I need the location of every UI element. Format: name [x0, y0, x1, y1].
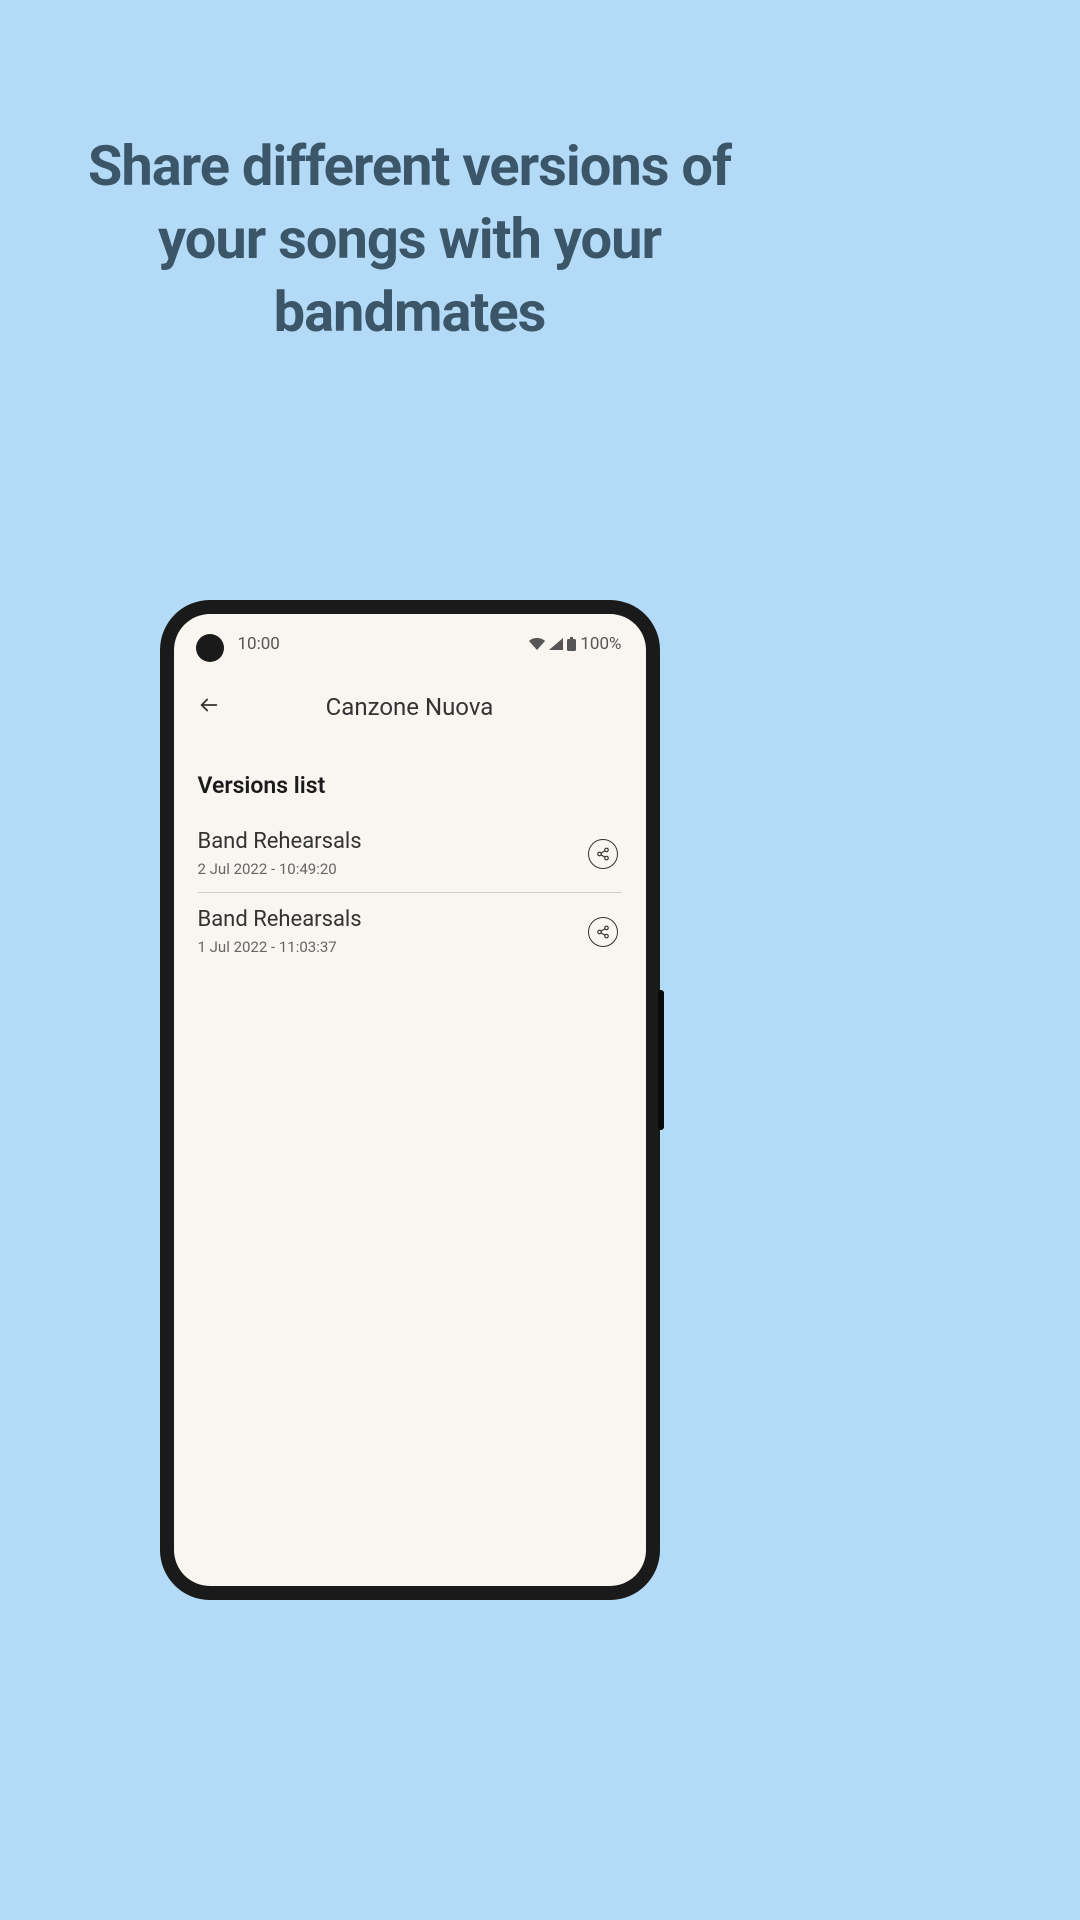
list-item[interactable]: Band Rehearsals 2 Jul 2022 - 10:49:20: [198, 821, 622, 892]
share-button[interactable]: [588, 839, 618, 869]
share-icon: [596, 847, 610, 861]
app-header: Canzone Nuova: [174, 666, 646, 740]
back-button[interactable]: [194, 690, 224, 724]
version-date: 2 Jul 2022 - 10:49:20: [198, 860, 362, 878]
status-time: 10:00: [238, 634, 280, 654]
phone-side-button: [658, 990, 664, 1130]
phone-screen: 10:00 100%: [174, 614, 646, 1586]
signal-icon: [549, 638, 563, 650]
share-button[interactable]: [588, 917, 618, 947]
version-info: Band Rehearsals 1 Jul 2022 - 11:03:37: [198, 907, 362, 956]
phone-frame: 10:00 100%: [160, 600, 660, 1600]
share-icon: [596, 925, 610, 939]
status-bar: 10:00 100%: [174, 614, 646, 666]
marketing-headline: Share different versions of your songs w…: [0, 0, 819, 348]
arrow-left-icon: [198, 694, 220, 716]
wifi-icon: [529, 638, 545, 650]
content-area: Versions list Band Rehearsals 2 Jul 2022…: [174, 740, 646, 970]
section-title: Versions list: [198, 772, 622, 799]
camera-cutout: [196, 634, 224, 662]
battery-percent: 100%: [580, 634, 621, 654]
version-date: 1 Jul 2022 - 11:03:37: [198, 938, 362, 956]
battery-icon: [567, 637, 576, 651]
status-indicators: 100%: [529, 634, 621, 654]
page-title: Canzone Nuova: [326, 693, 494, 721]
version-name: Band Rehearsals: [198, 907, 362, 932]
version-name: Band Rehearsals: [198, 829, 362, 854]
version-info: Band Rehearsals 2 Jul 2022 - 10:49:20: [198, 829, 362, 878]
list-item[interactable]: Band Rehearsals 1 Jul 2022 - 11:03:37: [198, 892, 622, 970]
